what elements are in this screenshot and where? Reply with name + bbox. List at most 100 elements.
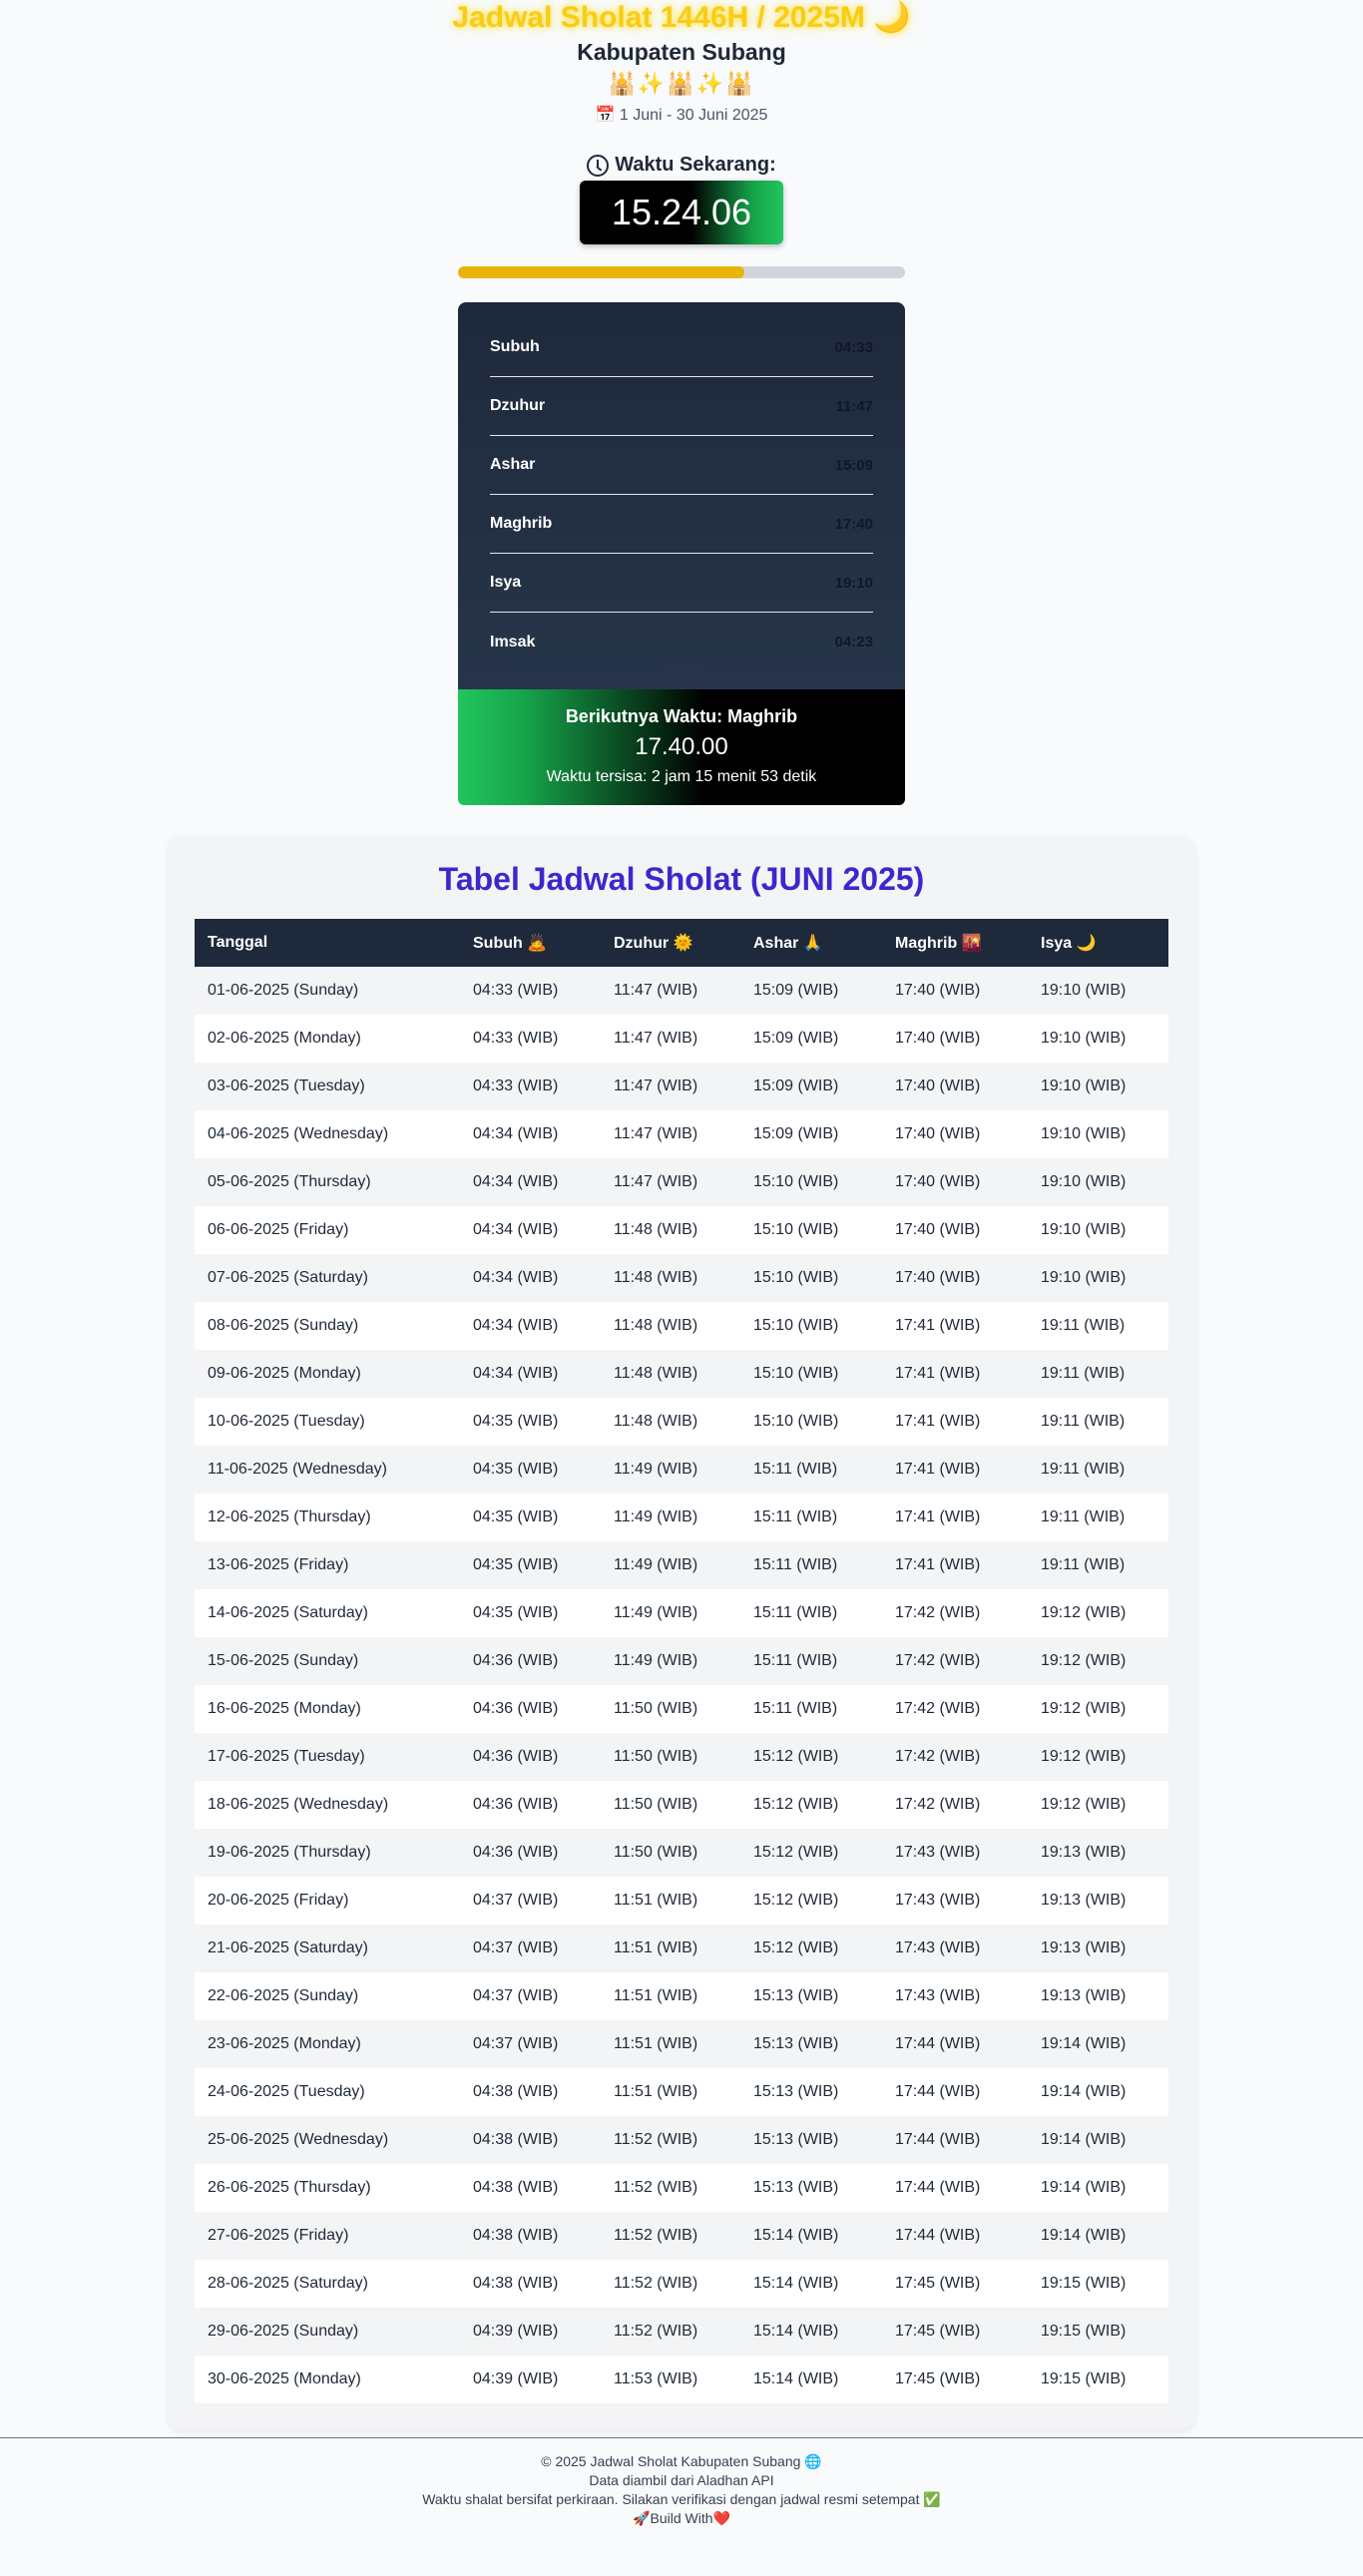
day-progress-bar (458, 266, 905, 278)
time-cell: 17:42 (WIB) (895, 1796, 981, 1813)
time-cell: 19:11 (WIB) (1041, 1365, 1126, 1382)
date-cell: 17-06-2025 (Tuesday) (208, 1748, 365, 1765)
time-cell: 19:15 (WIB) (1041, 2275, 1127, 2292)
time-cell: 19:10 (WIB) (1041, 1077, 1127, 1094)
time-cell: 15:10 (WIB) (753, 1413, 839, 1430)
time-cell: 04:34 (WIB) (473, 1221, 559, 1238)
time-cell: 17:44 (WIB) (895, 2083, 981, 2100)
time-cell: 04:37 (WIB) (473, 1892, 559, 1909)
time-cell: 04:38 (WIB) (473, 2275, 559, 2292)
time-cell: 15:12 (WIB) (753, 1796, 839, 1813)
table-row: 02-06-2025 (Monday) 04:33 (WIB) 11:47 (WIB… (195, 1015, 1168, 1063)
time-cell: 11:51 (WIB) (614, 1892, 698, 1909)
prayer-name: Dzuhur (490, 397, 546, 414)
time-cell: 15:14 (WIB) (753, 2275, 839, 2292)
table-row: 11-06-2025 (Wednesday) 04:35 (WIB) 11:49 (… (195, 1446, 1168, 1494)
time-cell: 19:10 (WIB) (1041, 1221, 1127, 1238)
date-cell: 08-06-2025 (Sunday) (208, 1317, 359, 1334)
date-cell: 11-06-2025 (Wednesday) (208, 1461, 387, 1478)
table-row: 12-06-2025 (Thursday) 04:35 (WIB) 11:49 (W… (195, 1494, 1168, 1541)
time-cell: 11:52 (WIB) (614, 2227, 698, 2244)
time-cell: 04:38 (WIB) (473, 2131, 559, 2148)
time-cell: 15:11 (WIB) (753, 1700, 838, 1717)
time-cell: 15:09 (WIB) (753, 1077, 839, 1094)
table-row: 03-06-2025 (Tuesday) 04:33 (WIB) 11:47 (WI… (195, 1063, 1168, 1110)
time-cell: 11:51 (WIB) (614, 2035, 698, 2052)
date-cell: 25-06-2025 (Wednesday) (208, 2131, 389, 2148)
time-cell: 11:48 (WIB) (614, 1365, 698, 1382)
date-cell: 16-06-2025 (Monday) (208, 1700, 361, 1717)
time-cell: 15:10 (WIB) (753, 1269, 839, 1286)
time-cell: 19:12 (WIB) (1041, 1748, 1127, 1765)
time-cell: 17:41 (WIB) (895, 1461, 981, 1478)
prayer-time-value: 04:33 (834, 338, 873, 356)
time-cell: 17:44 (WIB) (895, 2179, 981, 2196)
time-cell: 17:42 (WIB) (895, 1604, 981, 1621)
date-range: 📅 1 Juni - 30 Juni 2025 (595, 107, 768, 124)
time-cell: 11:52 (WIB) (614, 2131, 698, 2148)
time-cell: 19:11 (WIB) (1041, 1556, 1126, 1573)
time-cell: 04:39 (WIB) (473, 2323, 559, 2340)
table-column-header: Maghrib 🌇 (895, 935, 982, 952)
date-cell: 28-06-2025 (Saturday) (208, 2275, 368, 2292)
prayer-time-row: Isya 19:10 (490, 554, 873, 613)
date-cell: 04-06-2025 (Wednesday) (208, 1125, 389, 1142)
date-cell: 23-06-2025 (Monday) (208, 2035, 361, 2052)
schedule-table: Tanggal Subuh 🙇 Dzuhur 🌞 Ashar 🙏 Maghrib 🌇 Is… (195, 919, 1168, 2403)
time-cell: 11:50 (WIB) (614, 1844, 698, 1861)
time-cell: 04:34 (WIB) (473, 1125, 559, 1142)
time-cell: 15:12 (WIB) (753, 1939, 839, 1956)
time-cell: 19:14 (WIB) (1041, 2131, 1127, 2148)
time-cell: 04:39 (WIB) (473, 2370, 559, 2387)
time-cell: 15:09 (WIB) (753, 982, 839, 999)
time-cell: 04:38 (WIB) (473, 2083, 559, 2100)
time-cell: 19:15 (WIB) (1041, 2370, 1127, 2387)
table-row: 30-06-2025 (Monday) 04:39 (WIB) 11:53 (WIB… (195, 2356, 1168, 2403)
table-column-header: Isya 🌙 (1041, 935, 1097, 952)
time-cell: 11:52 (WIB) (614, 2323, 698, 2340)
next-prayer-time: 17.40.00 (635, 733, 728, 760)
time-cell: 15:14 (WIB) (753, 2370, 839, 2387)
date-cell: 18-06-2025 (Wednesday) (208, 1796, 389, 1813)
time-cell: 11:48 (WIB) (614, 1317, 698, 1334)
time-cell: 11:47 (WIB) (614, 1030, 698, 1047)
time-cell: 17:44 (WIB) (895, 2131, 981, 2148)
page-footer: © 2025 Jadwal Sholat Kabupaten Subang 🌐 D… (0, 2437, 1363, 2528)
next-prayer-label: Berikutnya Waktu: Maghrib (565, 706, 798, 726)
time-cell: 11:50 (WIB) (614, 1700, 698, 1717)
time-cell: 19:13 (WIB) (1041, 1939, 1127, 1956)
date-cell: 07-06-2025 (Saturday) (208, 1269, 368, 1286)
time-cell: 17:42 (WIB) (895, 1700, 981, 1717)
table-row: 07-06-2025 (Saturday) 04:34 (WIB) 11:48 (W… (195, 1254, 1168, 1302)
date-cell: 06-06-2025 (Friday) (208, 1221, 349, 1238)
time-cell: 04:38 (WIB) (473, 2227, 559, 2244)
date-cell: 15-06-2025 (Sunday) (208, 1652, 359, 1669)
table-row: 13-06-2025 (Friday) 04:35 (WIB) 11:49 (WIB… (195, 1541, 1168, 1589)
time-cell: 15:11 (WIB) (753, 1508, 838, 1525)
date-cell: 19-06-2025 (Thursday) (208, 1844, 371, 1861)
time-cell: 11:52 (WIB) (614, 2275, 698, 2292)
table-header-row: Tanggal Subuh 🙇 Dzuhur 🌞 Ashar 🙏 Maghrib 🌇 Is… (195, 919, 1168, 967)
time-cell: 11:50 (WIB) (614, 1748, 698, 1765)
time-cell: 17:41 (WIB) (895, 1556, 981, 1573)
prayer-time-value: 15:09 (834, 456, 873, 474)
time-cell: 11:49 (WIB) (614, 1461, 698, 1478)
time-cell: 04:34 (WIB) (473, 1317, 559, 1334)
time-cell: 04:35 (WIB) (473, 1556, 559, 1573)
table-row: 20-06-2025 (Friday) 04:37 (WIB) 11:51 (WIB… (195, 1877, 1168, 1925)
table-row: 14-06-2025 (Saturday) 04:35 (WIB) 11:49 (W… (195, 1589, 1168, 1637)
time-cell: 04:34 (WIB) (473, 1269, 559, 1286)
table-row: 24-06-2025 (Tuesday) 04:38 (WIB) 11:51 (WI… (195, 2068, 1168, 2116)
date-cell: 26-06-2025 (Thursday) (208, 2179, 371, 2196)
time-cell: 04:35 (WIB) (473, 1604, 559, 1621)
time-cell: 19:10 (WIB) (1041, 982, 1127, 999)
time-cell: 17:43 (WIB) (895, 1844, 981, 1861)
schedule-table-title: Tabel Jadwal Sholat (JUNI 2025) (438, 861, 925, 897)
prayer-time-value: 11:47 (835, 397, 873, 415)
time-cell: 04:36 (WIB) (473, 1700, 559, 1717)
table-row: 06-06-2025 (Friday) 04:34 (WIB) 11:48 (WIB… (195, 1206, 1168, 1254)
table-row: 04-06-2025 (Wednesday) 04:34 (WIB) 11:47 (… (195, 1110, 1168, 1158)
time-cell: 15:13 (WIB) (753, 1987, 839, 2004)
time-cell: 17:42 (WIB) (895, 1652, 981, 1669)
time-cell: 17:45 (WIB) (895, 2323, 981, 2340)
